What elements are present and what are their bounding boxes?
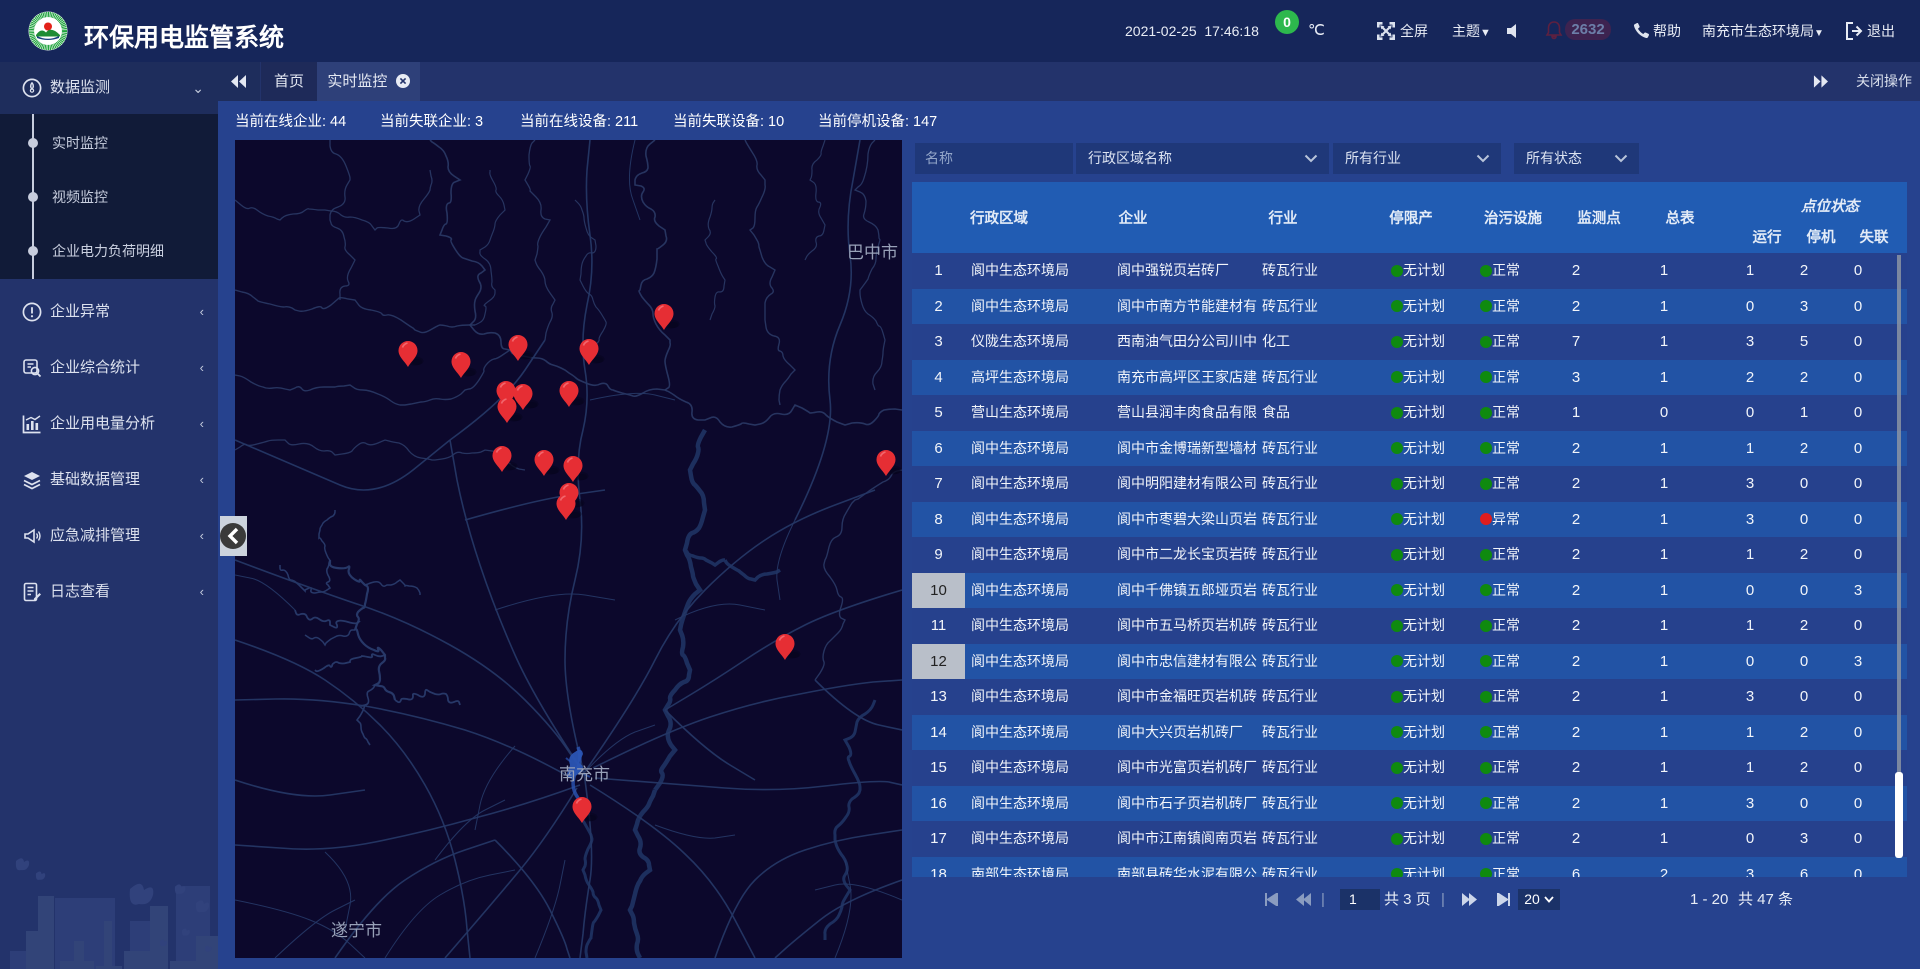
svg-text:遂宁市: 遂宁市: [331, 921, 382, 940]
svg-text:巴中市: 巴中市: [847, 243, 898, 262]
svg-text:南充市: 南充市: [559, 765, 610, 784]
